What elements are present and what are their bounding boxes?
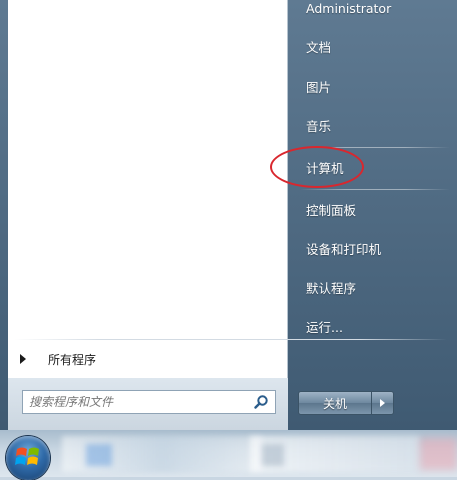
all-programs-button[interactable]: 所有程序 [8, 344, 288, 374]
search-strip [8, 378, 288, 430]
run-link[interactable]: 运行... [296, 310, 446, 342]
devices-printers-link[interactable]: 设备和打印机 [296, 232, 446, 264]
pictures-link[interactable]: 图片 [296, 70, 446, 102]
taskbar-app-icon [86, 444, 112, 466]
search-icon[interactable] [253, 394, 269, 410]
places-separator [300, 189, 450, 190]
taskbar [0, 430, 457, 477]
taskbar-app-icon [262, 444, 284, 466]
documents-link[interactable]: 文档 [296, 30, 446, 62]
triangle-right-icon [20, 354, 26, 364]
search-input[interactable] [23, 391, 251, 413]
control-panel-link[interactable]: 控制面板 [296, 193, 446, 225]
start-menu: 所有程序 Administrator 文档 图片 音乐 计算机 控制面板 设备和… [0, 0, 457, 430]
all-programs-label: 所有程序 [48, 352, 97, 367]
music-link[interactable]: 音乐 [296, 109, 446, 141]
places-separator [300, 147, 450, 148]
search-box[interactable] [22, 390, 276, 414]
user-account-link[interactable]: Administrator [296, 0, 446, 24]
default-programs-link[interactable]: 默认程序 [296, 271, 446, 303]
start-button[interactable] [6, 436, 50, 480]
taskbar-item-blurred[interactable] [420, 438, 457, 470]
shutdown-options-button[interactable] [372, 391, 394, 415]
places-pane: Administrator 文档 图片 音乐 计算机 控制面板 设备和打印机 默… [296, 0, 457, 378]
chevron-right-icon [380, 399, 385, 407]
shutdown-control: 关机 [298, 391, 394, 415]
program-list-pane [8, 0, 288, 378]
shutdown-button[interactable]: 关机 [298, 391, 372, 415]
computer-link[interactable]: 计算机 [296, 151, 446, 183]
windows-logo-icon [15, 447, 39, 465]
